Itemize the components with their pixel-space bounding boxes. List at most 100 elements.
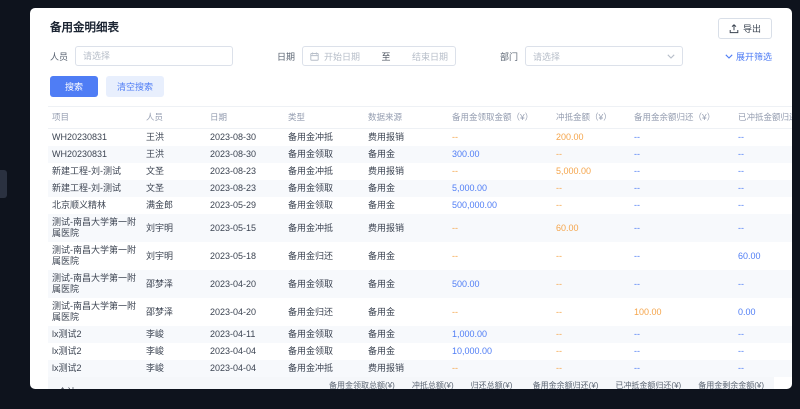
department-filter-label: 部门 xyxy=(500,50,518,63)
table-row[interactable]: 新建工程-刘-测试文圣2023-08-23备用金冲抵费用报销--5,000.00… xyxy=(48,163,792,180)
table-cell: -- xyxy=(630,197,734,214)
table-cell: -- xyxy=(734,197,792,214)
table-cell: 备用金冲抵 xyxy=(284,163,364,180)
table-cell: 新建工程-刘-测试 xyxy=(48,163,142,180)
table-cell: -- xyxy=(630,270,734,298)
table-cell: -- xyxy=(734,146,792,163)
table-cell: 2023-04-20 xyxy=(206,298,284,326)
table-cell: 备用金冲抵 xyxy=(284,360,364,377)
export-icon xyxy=(729,24,739,34)
table-row[interactable]: lx测试2李峻2023-04-11备用金领取备用金1,000.00------ xyxy=(48,326,792,343)
date-start-placeholder: 开始日期 xyxy=(324,50,377,63)
table-cell: -- xyxy=(552,343,630,360)
table-cell: 北京顺义精林 xyxy=(48,197,142,214)
clear-search-button[interactable]: 清空搜索 xyxy=(106,76,164,97)
table-cell: lx测试2 xyxy=(48,360,142,377)
table-cell: -- xyxy=(630,360,734,377)
summary-item-label: 备用金剩余金额(¥) xyxy=(698,380,764,389)
table-cell: 2023-08-30 xyxy=(206,146,284,163)
table-cell: 备用金领取 xyxy=(284,197,364,214)
table-cell: 0.00 xyxy=(734,298,792,326)
column-header: 人员 xyxy=(142,107,206,129)
column-header: 备用金领取金额（¥） xyxy=(448,107,552,129)
table-row[interactable]: lx测试2李峻2023-04-04备用金领取备用金10,000.00------ xyxy=(48,343,792,360)
table-row[interactable]: 测试-南昌大学第一附属医院邵梦泽2023-04-20备用金领取备用金500.00… xyxy=(48,270,792,298)
table-cell: WH20230831 xyxy=(48,146,142,163)
page-title: 备用金明细表 xyxy=(50,19,772,35)
table-cell: -- xyxy=(734,180,792,197)
table-cell: 备用金 xyxy=(364,146,448,163)
table-cell: 2023-04-04 xyxy=(206,360,284,377)
expand-filters-label: 展开筛选 xyxy=(736,50,772,63)
table-cell: 备用金 xyxy=(364,197,448,214)
table-row[interactable]: 北京顺义精林满金郎2023-05-29备用金领取备用金500,000.00---… xyxy=(48,197,792,214)
table-cell: 文圣 xyxy=(142,180,206,197)
table-cell: -- xyxy=(448,360,552,377)
table-cell: 测试-南昌大学第一附属医院 xyxy=(48,298,142,326)
table-cell: 300.00 xyxy=(448,146,552,163)
department-select[interactable]: 请选择 xyxy=(525,46,683,66)
table-cell: -- xyxy=(448,129,552,147)
table-row[interactable]: 新建工程-刘-测试文圣2023-08-23备用金领取备用金5,000.00---… xyxy=(48,180,792,197)
table-row[interactable]: 测试-南昌大学第一附属医院刘宇明2023-05-15备用金冲抵费用报销--60.… xyxy=(48,214,792,242)
table-cell: -- xyxy=(448,163,552,180)
table-cell: 刘宇明 xyxy=(142,214,206,242)
table-cell: 500,000.00 xyxy=(448,197,552,214)
table-row[interactable]: 测试-南昌大学第一附属医院刘宇明2023-05-18备用金归还备用金------… xyxy=(48,242,792,270)
person-filter: 人员 xyxy=(50,46,233,66)
table-cell: -- xyxy=(630,163,734,180)
action-bar: 搜索 清空搜索 xyxy=(30,68,792,106)
search-button[interactable]: 搜索 xyxy=(50,76,98,97)
table-cell: 费用报销 xyxy=(364,214,448,242)
table-cell: 2023-04-20 xyxy=(206,270,284,298)
expand-filters-link[interactable]: 展开筛选 xyxy=(725,50,772,63)
table-cell: 60.00 xyxy=(552,214,630,242)
column-header: 项目 xyxy=(48,107,142,129)
table-cell: -- xyxy=(630,242,734,270)
table-cell: 2023-08-23 xyxy=(206,180,284,197)
table-cell: -- xyxy=(552,146,630,163)
date-range-input[interactable]: 开始日期 至 结束日期 xyxy=(302,46,456,66)
sidebar-handle[interactable] xyxy=(0,170,7,198)
table-cell: 费用报销 xyxy=(364,163,448,180)
table-cell: -- xyxy=(552,270,630,298)
table-cell: lx测试2 xyxy=(48,343,142,360)
summary-item: 已冲抵金额归还(¥)60.00 xyxy=(615,380,681,389)
date-filter: 日期 开始日期 至 结束日期 xyxy=(277,46,456,66)
table-cell: 200.00 xyxy=(552,129,630,147)
table-cell: -- xyxy=(552,180,630,197)
table-cell: 李峻 xyxy=(142,326,206,343)
column-header: 日期 xyxy=(206,107,284,129)
table-cell: -- xyxy=(734,129,792,147)
table-header-row: 项目人员日期类型数据来源备用金领取金额（¥）冲抵金额（¥）备用金余额归还（¥）已… xyxy=(48,107,792,129)
table-cell: -- xyxy=(552,326,630,343)
table-cell: 2023-04-11 xyxy=(206,326,284,343)
column-header: 数据来源 xyxy=(364,107,448,129)
petty-cash-panel: 备用金明细表 导出 人员 日期 开始日期 至 xyxy=(30,8,792,389)
table-cell: -- xyxy=(552,197,630,214)
table-cell: -- xyxy=(630,146,734,163)
column-header: 备用金余额归还（¥） xyxy=(630,107,734,129)
table-cell: -- xyxy=(630,326,734,343)
table-cell: 备用金领取 xyxy=(284,326,364,343)
table-cell: 5,000.00 xyxy=(552,163,630,180)
table-row[interactable]: lx测试2李峻2023-04-04备用金冲抵费用报销-------- xyxy=(48,360,792,377)
person-select-input[interactable] xyxy=(75,46,233,66)
table-cell: 李峻 xyxy=(142,343,206,360)
export-button[interactable]: 导出 xyxy=(718,18,772,39)
table-cell: 10,000.00 xyxy=(448,343,552,360)
table-row[interactable]: WH20230831王洪2023-08-30备用金冲抵费用报销--200.00-… xyxy=(48,129,792,147)
table-cell: 备用金 xyxy=(364,343,448,360)
date-separator: 至 xyxy=(382,50,391,63)
summary-label: 合计 xyxy=(54,385,76,390)
table-row[interactable]: WH20230831王洪2023-08-30备用金领取备用金300.00----… xyxy=(48,146,792,163)
table-cell: -- xyxy=(734,163,792,180)
table-cell: 备用金 xyxy=(364,298,448,326)
table-cell: -- xyxy=(552,242,630,270)
table-cell: 5,000.00 xyxy=(448,180,552,197)
table-cell: 测试-南昌大学第一附属医院 xyxy=(48,270,142,298)
table-row[interactable]: 测试-南昌大学第一附属医院邵梦泽2023-04-20备用金归还备用金----10… xyxy=(48,298,792,326)
table-cell: 邵梦泽 xyxy=(142,298,206,326)
summary-item-label: 冲抵总额(¥) xyxy=(412,380,454,389)
summary-item-label: 归还总额(¥) xyxy=(471,380,516,389)
